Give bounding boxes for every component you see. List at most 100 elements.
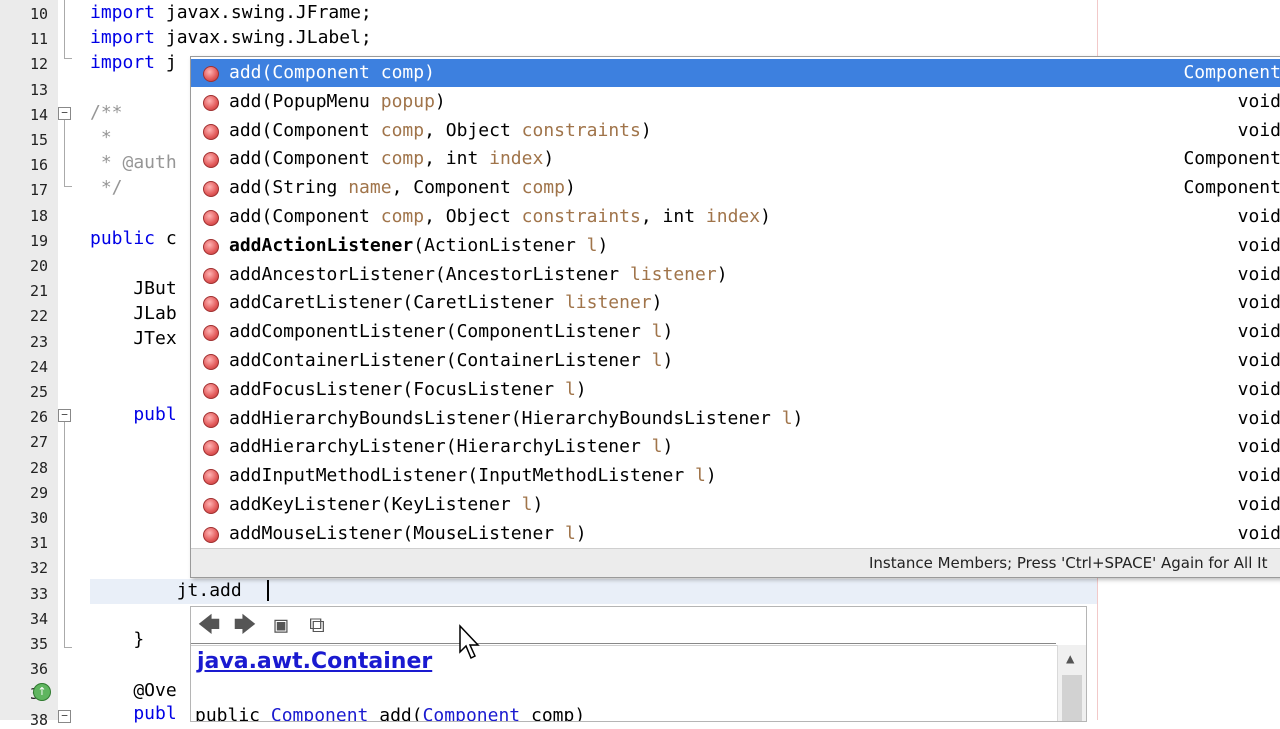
javadoc-scrollbar[interactable]: ▲	[1057, 645, 1086, 721]
code-line-15[interactable]: *	[90, 127, 112, 149]
param-type: ContainerListener	[456, 350, 652, 371]
line-number: 15	[29, 131, 48, 149]
line-number: 11	[29, 30, 48, 49]
param-name: l	[651, 436, 663, 458]
completion-item[interactable]: addHierarchyBoundsListener(HierarchyBoun…	[191, 405, 1280, 433]
completion-item[interactable]: add(PopupMenu popup) void	[191, 88, 1280, 116]
return-type: void	[1237, 234, 1280, 256]
return-type: void	[1237, 206, 1280, 227]
completion-item[interactable]: add(Component comp, Object constraints) v…	[191, 117, 1280, 145]
code-line-10[interactable]: import javax.swing.JFrame;	[90, 2, 372, 24]
completion-signature: add(Component comp, int index)	[229, 145, 554, 173]
code-line-17[interactable]: */	[90, 177, 123, 199]
completion-item[interactable]: addCaretListener(CaretListener listener)…	[191, 289, 1280, 317]
completion-signature: add(Component comp, Object constraints)	[229, 117, 652, 145]
return-type-link[interactable]: Component	[271, 705, 369, 721]
param-name: listener	[564, 292, 652, 314]
go-to-source-icon[interactable]: ⧉	[303, 613, 331, 639]
code-line-35[interactable]: }	[90, 629, 144, 651]
fold-toggle-icon[interactable]: −	[58, 107, 71, 120]
paren-open: (	[434, 263, 446, 285]
completion-item[interactable]: addComponentListener(ComponentListener l…	[191, 318, 1280, 346]
return-type: Component	[1183, 148, 1280, 170]
paren-close: )	[575, 378, 587, 400]
return-type: void	[1237, 436, 1280, 458]
paren-close: )	[792, 407, 804, 429]
completion-item[interactable]: addKeyListener(KeyListener l) void	[191, 491, 1280, 519]
param-type: MouseListener	[413, 522, 565, 544]
completion-item[interactable]: addFocusListener(FocusListener l) void	[191, 376, 1280, 404]
fold-toggle-icon[interactable]: −	[58, 409, 71, 422]
override-marker-icon[interactable]: ↑	[33, 683, 51, 701]
code-line-38[interactable]: publ	[90, 703, 176, 725]
code-completion-popup[interactable]: Instance Members; Press 'Ctrl+SPACE' Aga…	[190, 56, 1280, 578]
fold-end	[64, 58, 72, 59]
completion-item[interactable]: addActionListener(ActionListener l) void	[191, 232, 1280, 260]
fold-guide	[64, 422, 65, 647]
paren-close: )	[662, 321, 674, 343]
code-line-21[interactable]: JBut	[90, 278, 176, 300]
fold-guide	[64, 120, 65, 186]
paren-close: )	[597, 234, 609, 256]
code-line-23[interactable]: JTex	[90, 328, 176, 350]
line-number: 24	[29, 357, 48, 376]
code-line-11[interactable]: import javax.swing.JLabel;	[90, 27, 372, 49]
method-name: add	[229, 148, 262, 170]
param-name: l	[651, 321, 663, 343]
line-number: 23	[29, 332, 48, 351]
javadoc-popup[interactable]: 🡄 🡆 ▣ ⧉ java.awt.Container public Component…	[190, 606, 1087, 722]
param-name: popup	[380, 90, 435, 112]
line-number: 32	[29, 559, 48, 578]
paren-open: (	[261, 62, 273, 83]
param-type: , int	[424, 148, 490, 170]
forward-arrow-icon[interactable]: 🡆	[231, 613, 259, 639]
completion-signature: add(String name, Component comp)	[229, 174, 576, 202]
completion-item[interactable]: addHierarchyListener(HierarchyListener l…	[191, 433, 1280, 461]
method-name: addContainerListener	[229, 350, 446, 371]
param-name: index	[705, 206, 761, 227]
completion-item[interactable]: add(Component comp, Object constraints, …	[191, 203, 1280, 231]
open-in-browser-icon[interactable]: ▣	[267, 613, 295, 639]
return-type: void	[1237, 263, 1280, 285]
completion-item[interactable]: addInputMethodListener(InputMethodListen…	[191, 462, 1280, 490]
line-number: 29	[29, 483, 48, 502]
javadoc-class-link[interactable]: java.awt.Container	[197, 649, 432, 674]
code-line-22[interactable]: JLab	[90, 303, 176, 325]
method-name: add	[229, 119, 262, 141]
param-type-link[interactable]: Component	[423, 705, 521, 721]
completion-item[interactable]: add(Component comp, int index) Component	[191, 145, 1280, 173]
completion-item[interactable]: addAncestorListener(AncestorListener lis…	[191, 261, 1280, 289]
scroll-thumb[interactable]	[1062, 675, 1082, 721]
code-line-37[interactable]: @Ove	[90, 680, 176, 702]
method-icon	[203, 66, 219, 82]
code-line-14[interactable]: /**	[90, 102, 123, 124]
fold-toggle-icon[interactable]: −	[58, 710, 71, 723]
completion-signature: addAncestorListener(AncestorListener lis…	[229, 261, 728, 289]
paren-open: (	[402, 378, 414, 400]
completion-item[interactable]: addMouseListener(MouseListener l) void	[191, 520, 1280, 548]
paren-open: (	[261, 90, 273, 112]
code-line-12[interactable]: import j	[90, 52, 177, 74]
completion-signature: add(Component comp)	[229, 59, 435, 87]
paren-open: (	[445, 350, 457, 371]
param-name: l	[564, 522, 576, 544]
return-type: void	[1237, 119, 1280, 141]
param-type: PopupMenu	[272, 90, 381, 112]
method-icon	[203, 382, 219, 399]
completion-signature: addContainerListener(ContainerListener l…	[229, 347, 673, 375]
method-name: addFocusListener	[229, 378, 403, 400]
completion-item[interactable]: addContainerListener(ContainerListener l…	[191, 347, 1280, 375]
code-line-19[interactable]: public c	[90, 228, 177, 250]
code-line-33[interactable]: jt.add	[90, 580, 242, 602]
code-line-16[interactable]: * @auth	[90, 152, 177, 174]
code-line-26[interactable]: publ	[90, 404, 176, 426]
javadoc-signature: public Component add(Component comp)	[195, 705, 585, 721]
completion-item[interactable]: add(Component comp) Component	[191, 59, 1280, 87]
param-name: listener	[629, 263, 717, 285]
completion-item[interactable]: add(String name, Component comp) Componen…	[191, 174, 1280, 202]
param-name: l	[564, 378, 576, 400]
scroll-up-icon[interactable]: ▲	[1066, 651, 1074, 667]
back-arrow-icon[interactable]: 🡄	[195, 613, 223, 639]
return-type: void	[1237, 350, 1280, 371]
param-type: AncestorListener	[445, 263, 630, 285]
